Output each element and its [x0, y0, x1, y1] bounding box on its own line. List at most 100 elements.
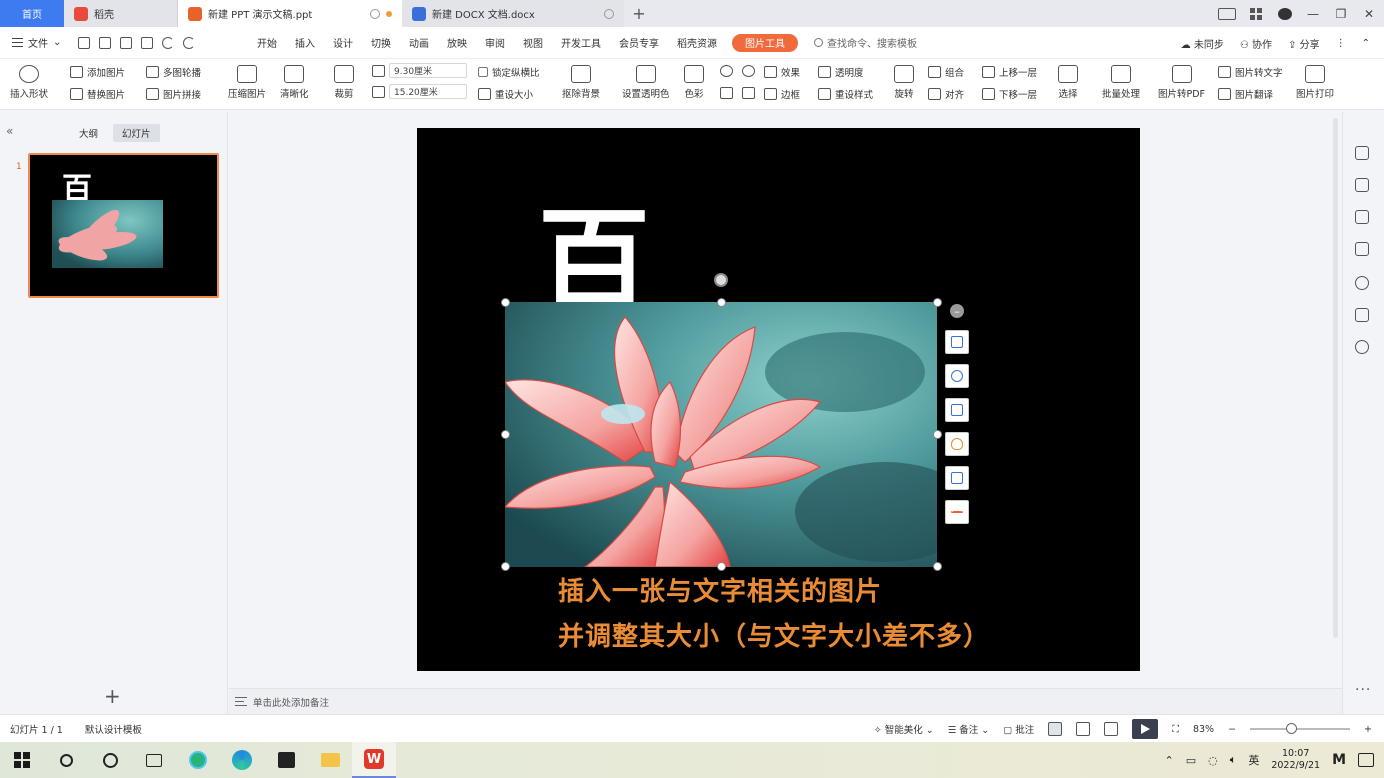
slide-text-line-2[interactable]: 并调整其大小（与文字大小差不多） — [558, 616, 990, 653]
picture-tool-button[interactable] — [945, 466, 969, 490]
search-button[interactable] — [44, 742, 88, 778]
undo-icon[interactable] — [162, 36, 174, 49]
tab-docer[interactable]: 稻壳 — [64, 0, 178, 27]
tab-docx-document[interactable]: 新建 DOCX 文档.docx — [402, 0, 624, 27]
transparency-button[interactable]: 透明度 — [818, 65, 864, 79]
clock[interactable]: 10:07 2022/9/21 — [1271, 748, 1320, 772]
group-button[interactable]: 组合 — [928, 65, 964, 79]
picture-translate-button[interactable]: 图片翻译 — [1218, 87, 1273, 101]
insert-shape-button[interactable]: 插入形状 — [10, 65, 48, 100]
tab-transition[interactable]: 切换 — [362, 27, 400, 59]
vertical-scrollbar[interactable] — [1330, 112, 1342, 688]
file-explorer-button[interactable] — [308, 742, 352, 778]
tab-developer[interactable]: 开发工具 — [552, 27, 610, 59]
file-menu[interactable]: 文件 ⌄ — [0, 35, 78, 50]
chevron-up-icon[interactable]: ⌃ — [1165, 754, 1174, 767]
pin-icon[interactable] — [370, 8, 380, 19]
tab-insert[interactable]: 插入 — [286, 27, 324, 59]
resize-handle-ne[interactable] — [933, 298, 942, 307]
globe-icon[interactable] — [1355, 340, 1369, 354]
more-icon[interactable]: ⋮ — [1336, 38, 1346, 49]
reset-size-button[interactable]: 重设大小 — [478, 87, 533, 101]
tab-picture-tools[interactable]: 图片工具 — [732, 33, 798, 52]
more-options-icon[interactable]: ··· — [1355, 682, 1371, 698]
apps-grid-icon[interactable] — [1250, 7, 1264, 20]
bring-forward-button[interactable]: 上移一层 — [982, 65, 1037, 79]
tab-view[interactable]: 视图 — [514, 27, 552, 59]
command-search[interactable]: 查找命令、搜索模板 — [814, 35, 917, 50]
lotus-picture[interactable] — [505, 302, 937, 567]
collapse-ribbon-icon[interactable]: ⌃ — [1362, 38, 1370, 49]
close-button[interactable]: ✕ — [1362, 7, 1376, 21]
picture-splice-button[interactable]: 图片拼接 — [146, 87, 201, 101]
notes-toggle-button[interactable]: ☰ 备注 ⌄ — [948, 722, 990, 736]
reset-style-button[interactable]: 重设样式 — [818, 87, 873, 101]
input-language[interactable]: 英 — [1248, 752, 1259, 768]
height-field[interactable]: 9.30厘米 — [372, 63, 467, 78]
picture-print-button[interactable]: 图片打印 — [1296, 65, 1334, 100]
slide-sorter-view-icon[interactable] — [1076, 722, 1091, 736]
select-button[interactable]: 选择 — [1058, 65, 1078, 100]
zoom-out-button[interactable]: − — [1228, 724, 1236, 735]
zoom-in-button[interactable]: + — [1364, 724, 1372, 735]
property-icon[interactable] — [1355, 146, 1369, 160]
app-360-button[interactable] — [176, 742, 220, 778]
slide-thumbnail[interactable]: 百 — [28, 153, 219, 298]
pin-icon[interactable] — [604, 8, 614, 19]
reading-view-icon[interactable] — [1104, 722, 1119, 736]
rotate-button[interactable]: 旋转 — [894, 65, 914, 100]
resize-handle-n[interactable] — [717, 298, 726, 307]
user-avatar-icon[interactable] — [1278, 7, 1292, 20]
tab-review[interactable]: 审阅 — [476, 27, 514, 59]
more-tool-button[interactable] — [945, 500, 969, 524]
layers-tool-button[interactable] — [945, 330, 969, 354]
edge-button[interactable] — [220, 742, 264, 778]
normal-view-icon[interactable] — [1048, 722, 1063, 736]
picture-to-text-button[interactable]: 图片转文字 — [1218, 65, 1283, 79]
store-button[interactable] — [264, 742, 308, 778]
brightness-button[interactable] — [720, 87, 733, 99]
volume-icon[interactable]: 🔈︎ — [1230, 753, 1237, 767]
help-icon[interactable] — [1355, 276, 1369, 290]
backup-icon[interactable] — [1355, 242, 1369, 256]
height-input[interactable]: 9.30厘米 — [389, 63, 467, 78]
tab-ppt-document[interactable]: 新建 PPT 演示文稿.ppt — [178, 0, 402, 27]
crop-button[interactable]: 裁剪 — [334, 65, 354, 100]
contrast-button[interactable] — [742, 87, 755, 99]
print-preview-icon[interactable] — [141, 36, 153, 49]
color-button[interactable]: 色彩 — [684, 65, 704, 100]
share-button[interactable]: ⇪ 分享 — [1288, 36, 1320, 51]
notes-bar[interactable]: 单击此处添加备注 — [229, 688, 1342, 714]
tab-design[interactable]: 设计 — [324, 27, 362, 59]
shield-tool-button[interactable] — [945, 432, 969, 456]
add-slide-button[interactable]: + — [104, 684, 121, 708]
tab-animation[interactable]: 动画 — [400, 27, 438, 59]
zoom-percent[interactable]: 83% — [1193, 724, 1214, 735]
save-icon[interactable] — [78, 36, 90, 49]
add-picture-button[interactable]: 添加图片 — [70, 65, 125, 79]
fit-window-icon[interactable]: ⛶ — [1172, 724, 1179, 735]
export-pdf-icon[interactable] — [99, 36, 111, 49]
tab-slides[interactable]: 幻灯片 — [113, 124, 160, 142]
pin-tool-icon[interactable] — [1355, 210, 1369, 224]
comments-button[interactable]: ▢ 批注 — [1003, 722, 1034, 736]
resize-handle-s[interactable] — [717, 562, 726, 571]
resize-handle-w[interactable] — [501, 430, 510, 439]
template-name[interactable]: 默认设计模板 — [85, 722, 142, 736]
tab-docer-resources[interactable]: 稻壳资源 — [668, 27, 726, 59]
wps-button[interactable]: W — [352, 742, 396, 778]
sync-button[interactable]: ☁ 未同步 — [1181, 36, 1224, 51]
screen-icon[interactable] — [1218, 7, 1236, 20]
align-button[interactable]: 对齐 — [928, 87, 964, 101]
multi-picture-carousel-button[interactable]: 多图轮播 — [146, 65, 201, 79]
feedback-icon[interactable] — [1355, 308, 1369, 322]
zoom-tool-button[interactable] — [945, 364, 969, 388]
tab-slideshow[interactable]: 放映 — [438, 27, 476, 59]
redo-icon[interactable] — [183, 36, 195, 49]
resize-handle-e[interactable] — [933, 430, 942, 439]
batch-process-button[interactable]: 批量处理 — [1102, 65, 1140, 100]
restore-button[interactable]: ❐ — [1334, 7, 1348, 21]
lock-ratio-checkbox[interactable]: 锁定纵横比 — [478, 65, 540, 79]
rotate-handle[interactable] — [714, 273, 728, 287]
send-backward-button[interactable]: 下移一层 — [982, 87, 1037, 101]
